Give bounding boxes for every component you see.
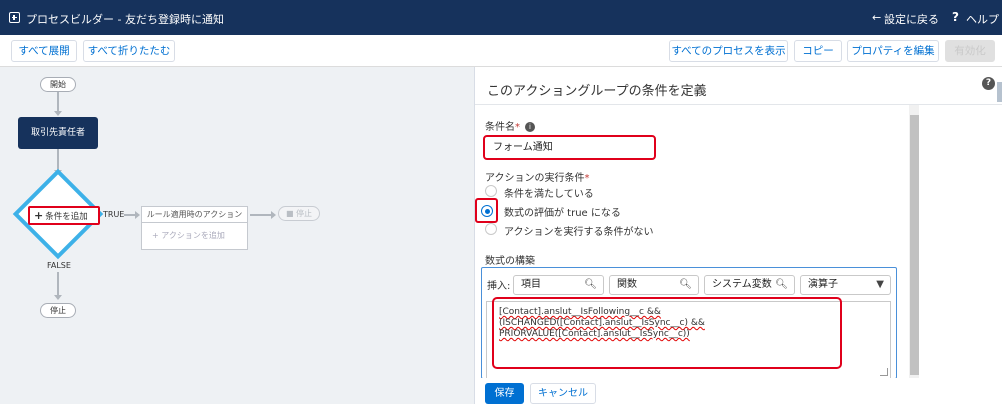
resize-handle-icon[interactable]	[880, 368, 888, 376]
expand-all-button[interactable]: すべて展開	[11, 40, 77, 62]
insert-operator-label: 演算子	[808, 279, 838, 290]
search-icon: 🔍︎	[679, 279, 692, 290]
add-criteria-button[interactable]: + 条件を追加	[28, 206, 100, 225]
insert-system-var-lookup[interactable]: システム変数 🔍︎	[704, 275, 795, 295]
cancel-button[interactable]: キャンセル	[530, 383, 596, 404]
arrow-right-icon	[271, 211, 276, 219]
back-arrow-icon: ←	[872, 11, 882, 24]
save-button[interactable]: 保存	[485, 383, 524, 404]
back-to-setup-label: 設定に戻る	[884, 13, 939, 26]
exec-condition-label: アクションの実行条件*	[485, 169, 590, 184]
criteria-name-input[interactable]: フォーム通知	[483, 135, 656, 160]
panel-collapse-handle[interactable]	[997, 82, 1002, 102]
divider	[475, 104, 1002, 105]
criteria-name-label: 条件名* i	[485, 118, 535, 133]
action-group-header: ルール適用時のアクション	[142, 207, 247, 223]
criteria-name-text: 条件名	[485, 122, 515, 133]
arrow-down-icon	[54, 295, 62, 300]
stop-node-true: ■ 停止	[278, 206, 320, 221]
radio-conditions-met-label[interactable]: 条件を満たしている	[504, 185, 594, 200]
arrow-right-icon	[135, 211, 140, 219]
arrow-down-icon	[54, 111, 62, 116]
add-action-label: アクションを追加	[161, 231, 225, 240]
insert-operator-select[interactable]: 演算子 ▼	[800, 275, 891, 295]
copy-button[interactable]: コピー	[794, 40, 842, 62]
radio-formula-true-label[interactable]: 数式の評価が true になる	[504, 204, 621, 219]
info-icon[interactable]: i	[525, 122, 535, 132]
plus-icon: +	[34, 209, 44, 222]
required-marker: *	[515, 122, 520, 133]
exec-condition-text: アクションの実行条件	[485, 173, 585, 184]
insert-field-label: 項目	[521, 279, 541, 290]
help-link[interactable]: ヘルプ	[966, 11, 999, 27]
search-icon: 🔍︎	[584, 279, 597, 290]
stop-square-icon: ■	[285, 209, 297, 218]
object-node[interactable]: 取引先責任者	[18, 117, 98, 149]
app-header: プロセスビルダー - 友だち登録時に通知 ← 設定に戻る ? ヘルプ	[0, 0, 1002, 35]
stop-label: 停止	[296, 209, 313, 218]
stop-node-false: 停止	[40, 303, 76, 318]
radio-formula-true[interactable]	[481, 205, 493, 217]
radio-conditions-met[interactable]	[485, 185, 497, 197]
insert-system-var-label: システム変数	[712, 279, 772, 290]
connector-line	[250, 214, 272, 216]
view-all-processes-button[interactable]: すべてのプロセスを表示	[669, 40, 788, 62]
edit-properties-button[interactable]: プロパティを編集	[847, 40, 939, 62]
toolbar: すべて展開 すべて折りたたむ すべてのプロセスを表示 コピー プロパティを編集 …	[0, 35, 1002, 67]
criteria-panel: このアクショングループの条件を定義 ? 条件名* i フォーム通知 アクションの実…	[474, 67, 1002, 404]
help-icon[interactable]: ?	[952, 10, 959, 24]
chevron-down-icon: ▼	[876, 279, 884, 290]
collapse-all-button[interactable]: すべて折りたたむ	[83, 40, 175, 62]
back-to-setup-link[interactable]: ← 設定に戻る	[872, 11, 939, 27]
false-label: FALSE	[47, 261, 71, 270]
true-label: TRUE	[103, 210, 125, 219]
page-title: プロセスビルダー - 友だち登録時に通知	[26, 13, 224, 26]
panel-title: このアクショングループの条件を定義	[487, 84, 707, 99]
formula-section-label: 数式の構築	[485, 256, 535, 267]
insert-field-lookup[interactable]: 項目 🔍︎	[513, 275, 604, 295]
scrollbar-thumb[interactable]	[910, 115, 919, 375]
formula-line: [Contact].anslut__IsFollowing__c && (ISC…	[499, 307, 705, 328]
formula-text[interactable]: [Contact].anslut__IsFollowing__c && (ISC…	[499, 307, 839, 340]
help-circle-icon[interactable]: ?	[982, 77, 995, 90]
start-node: 開始	[40, 77, 76, 92]
insert-label: 挿入:	[487, 281, 511, 292]
connector-line	[57, 272, 59, 296]
search-icon: 🔍︎	[775, 279, 788, 290]
radio-no-criteria[interactable]	[485, 223, 497, 235]
connector-line	[57, 92, 59, 112]
insert-function-lookup[interactable]: 関数 🔍︎	[609, 275, 699, 295]
insert-function-label: 関数	[617, 279, 637, 290]
process-builder-icon	[9, 12, 20, 23]
required-marker: *	[584, 173, 590, 184]
add-criteria-label: 条件を追加	[45, 212, 88, 222]
action-group[interactable]: ルール適用時のアクション + アクションを追加	[141, 206, 248, 250]
activate-button[interactable]: 有効化	[945, 40, 995, 62]
radio-no-criteria-label[interactable]: アクションを実行する条件がない	[504, 223, 654, 238]
formula-line: PRIORVALUE([Contact].anslut__IsSync__c))	[499, 329, 690, 339]
add-action-button[interactable]: + アクションを追加	[142, 223, 247, 249]
plus-icon: +	[152, 231, 162, 240]
